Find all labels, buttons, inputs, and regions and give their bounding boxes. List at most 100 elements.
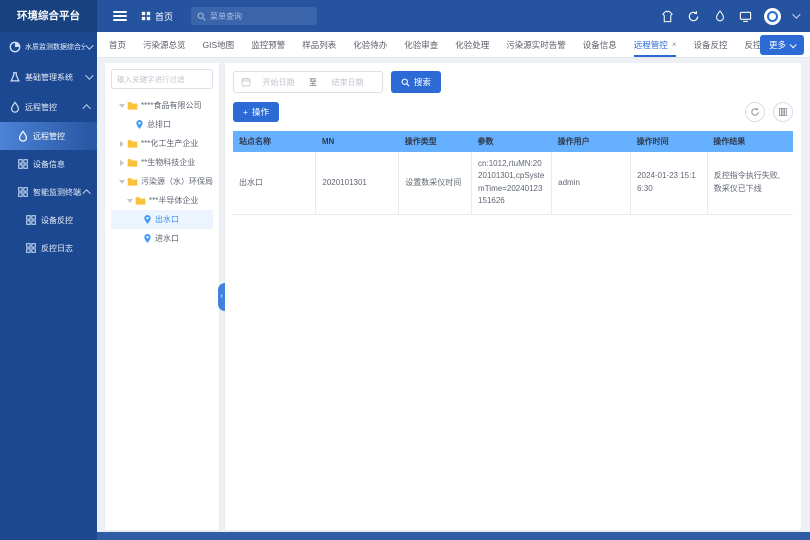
col-header-station[interactable]: 站点名称: [233, 131, 316, 152]
chevron-down-icon: [790, 41, 797, 48]
tree-node-label: **生物科技企业: [141, 157, 195, 168]
search-icon: [197, 12, 206, 21]
main-area: ****食品有限公司 总排口 ***化工生产企业 **生物科技企业: [97, 58, 810, 532]
tab-device-info[interactable]: 设备信息: [583, 32, 617, 57]
grid-icon: [25, 214, 37, 226]
tree-node-outlet[interactable]: 总排口: [111, 115, 213, 134]
sidebar-item-remote-control[interactable]: 远程管控: [0, 122, 97, 150]
app-window: 环境综合平台 水质监测数据综合分析 基础管理系统 远程管控 远程管控 设备信息: [0, 0, 810, 540]
refresh-table-button[interactable]: [745, 102, 765, 122]
col-header-op-result[interactable]: 操作结果: [707, 131, 793, 152]
tab-remote-control[interactable]: 远程管控×: [634, 32, 677, 57]
tree-node-label: ***化工生产企业: [141, 138, 198, 149]
tree-node-outlet-selected[interactable]: 出水口: [111, 210, 213, 229]
search-button-label: 搜索: [414, 76, 431, 88]
sidebar-item-label: 反控日志: [41, 243, 91, 254]
location-pin-icon: [143, 214, 152, 225]
folder-icon: [127, 158, 138, 167]
col-header-op-time[interactable]: 操作时间: [631, 131, 708, 152]
cell-op-user: admin: [552, 152, 631, 214]
refresh-icon: [750, 107, 760, 117]
sidebar-item-base-management[interactable]: 基础管理系统: [0, 62, 97, 92]
tab-lab-review[interactable]: 化验审查: [404, 32, 438, 57]
sidebar-item-device-reverse-control[interactable]: 设备反控: [0, 206, 97, 234]
tree-node-company[interactable]: ***半导体企业: [111, 191, 213, 210]
table-row[interactable]: 出水口 2020101301 设置数采仪时间 cn:1012,rtuMN:202…: [233, 152, 793, 214]
tab-device-reverse-control[interactable]: 设备反控: [693, 32, 727, 57]
sidebar-submenu: 远程管控 设备信息 智能监测终端 设备反控 反控日志: [0, 122, 97, 262]
col-header-params[interactable]: 参数: [472, 131, 552, 152]
shirt-theme-icon[interactable]: [660, 9, 675, 24]
tab-lab-process[interactable]: 化验处理: [455, 32, 489, 57]
folder-icon: [127, 101, 138, 110]
breadcrumb[interactable]: 首页: [141, 10, 173, 23]
tab-bar: 首页 污染源总览 GIS地图 监控预警 样品列表 化验待办 化验审查 化验处理 …: [97, 32, 810, 58]
tree-node-company[interactable]: ***化工生产企业: [111, 134, 213, 153]
tab-pollution-overview[interactable]: 污染源总览: [143, 32, 186, 57]
station-tree: ****食品有限公司 总排口 ***化工生产企业 **生物科技企业: [111, 96, 213, 248]
tab-lab-todo[interactable]: 化验待办: [353, 32, 387, 57]
content-panel: ‹ 开始日期 至 结束日期 搜索 + 操作: [225, 63, 801, 530]
hamburger-menu-icon[interactable]: [113, 11, 127, 21]
filter-row: 开始日期 至 结束日期 搜索: [233, 71, 793, 93]
col-header-op-user[interactable]: 操作用户: [552, 131, 631, 152]
tree-collapse-handle[interactable]: ‹: [218, 283, 225, 311]
droplet-icon: [17, 130, 29, 142]
start-date-placeholder[interactable]: 开始日期: [251, 77, 306, 88]
monitor-icon[interactable]: [738, 9, 753, 24]
caret-icon[interactable]: [120, 141, 124, 147]
refresh-icon[interactable]: [686, 9, 701, 24]
table-tools: [745, 102, 793, 122]
tab-monitor-warning[interactable]: 监控预警: [251, 32, 285, 57]
more-tabs-button[interactable]: 更多: [760, 35, 804, 55]
tab-gis-map[interactable]: GIS地图: [203, 32, 235, 57]
menu-search-input[interactable]: [210, 12, 310, 21]
date-range-picker[interactable]: 开始日期 至 结束日期: [233, 71, 383, 93]
tab-realtime-alarm[interactable]: 污染源实时告警: [506, 32, 566, 57]
bottom-scrollbar[interactable]: [97, 532, 810, 540]
grid-icon: [25, 242, 37, 254]
search-icon: [401, 78, 410, 87]
sidebar-item-smart-terminal[interactable]: 智能监测终端: [0, 178, 97, 206]
search-button[interactable]: 搜索: [391, 71, 441, 93]
tab-home[interactable]: 首页: [109, 32, 126, 57]
close-tab-icon[interactable]: ×: [672, 40, 677, 49]
tree-node-inlet[interactable]: 进水口: [111, 229, 213, 248]
action-row: + 操作: [233, 102, 793, 122]
tree-node-label: ***半导体企业: [149, 195, 198, 206]
tree-node-company[interactable]: **生物科技企业: [111, 153, 213, 172]
tree-node-label: 污染源（水）环保局: [141, 176, 213, 187]
user-avatar[interactable]: [764, 8, 781, 25]
column-settings-button[interactable]: [773, 102, 793, 122]
sidebar: 环境综合平台 水质监测数据综合分析 基础管理系统 远程管控 远程管控 设备信息: [0, 0, 97, 540]
sidebar-item-reverse-control-log[interactable]: 反控日志: [0, 234, 97, 262]
tree-node-bureau[interactable]: 污染源（水）环保局: [111, 172, 213, 191]
caret-icon[interactable]: [127, 199, 133, 203]
caret-icon[interactable]: [120, 160, 124, 166]
col-header-op-type[interactable]: 操作类型: [399, 131, 472, 152]
tree-node-company[interactable]: ****食品有限公司: [111, 96, 213, 115]
folder-icon: [127, 177, 138, 186]
cell-station: 出水口: [233, 152, 316, 214]
sidebar-item-water-analysis[interactable]: 水质监测数据综合分析: [0, 32, 97, 62]
caret-icon[interactable]: [119, 104, 125, 108]
tree-node-label: 总排口: [147, 119, 171, 130]
columns-icon: [778, 107, 788, 117]
cell-mn: 2020101301: [316, 152, 399, 214]
user-menu-chevron-icon[interactable]: [792, 10, 800, 18]
col-header-mn[interactable]: MN: [316, 131, 399, 152]
tab-sample-list[interactable]: 样品列表: [302, 32, 336, 57]
caret-icon[interactable]: [119, 180, 125, 184]
table-header-row: 站点名称 MN 操作类型 参数 操作用户 操作时间 操作结果: [233, 131, 793, 152]
end-date-placeholder[interactable]: 结束日期: [320, 77, 375, 88]
sidebar-item-remote-control-group[interactable]: 远程管控: [0, 92, 97, 122]
sidebar-item-device-info[interactable]: 设备信息: [0, 150, 97, 178]
operation-button[interactable]: + 操作: [233, 102, 279, 122]
tree-filter-input[interactable]: [111, 69, 213, 89]
droplet-icon: [9, 101, 21, 113]
location-pin-icon: [135, 119, 144, 130]
menu-search-box[interactable]: [191, 7, 317, 25]
chevron-down-icon: [85, 41, 93, 49]
folder-icon: [127, 139, 138, 148]
flame-icon[interactable]: [712, 9, 727, 24]
